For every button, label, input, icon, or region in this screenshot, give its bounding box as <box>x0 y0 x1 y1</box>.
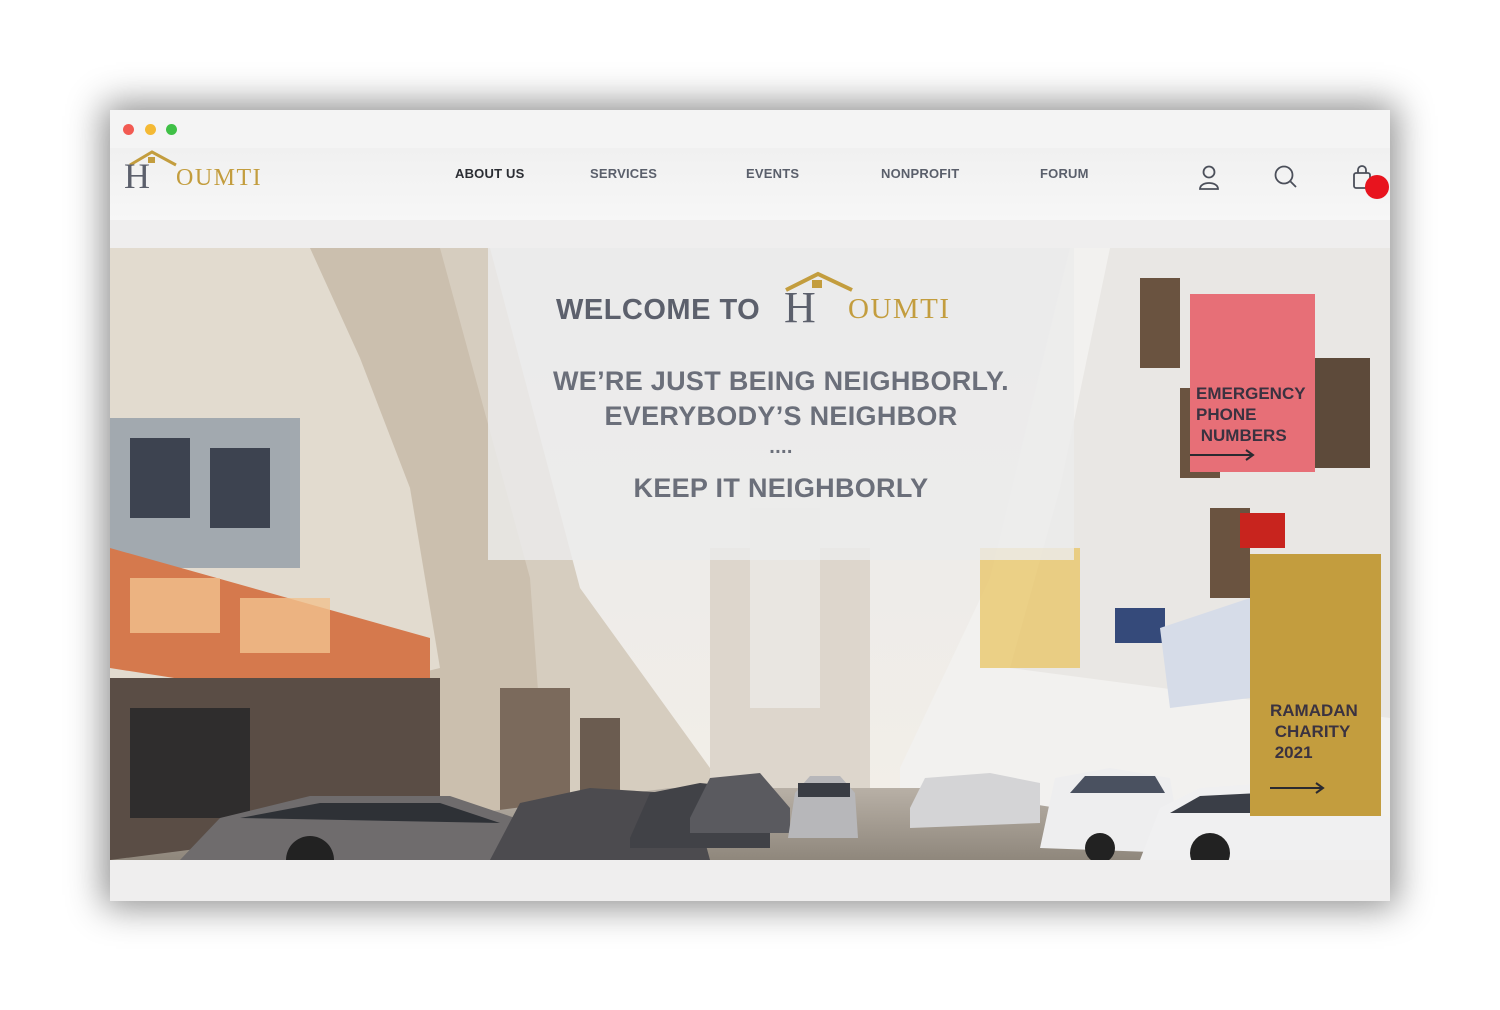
hero-banner: WELCOME TO H OUMTI WE’RE JUST BEING NEIG… <box>110 248 1390 860</box>
welcome-logo-initial: H <box>784 283 816 330</box>
welcome-title: WELCOME TO <box>556 294 761 326</box>
nav-events[interactable]: EVENTS <box>746 166 799 181</box>
arrow-right-icon <box>1270 782 1325 794</box>
nav-about-us[interactable]: ABOUT US <box>455 166 525 181</box>
tagline-line-2: EVERYBODY’S NEIGHBOR <box>604 401 958 431</box>
site-header: H OUMTI ABOUT US SERVICES EVENTS NONPROF… <box>110 148 1390 220</box>
emergency-card-title: EMERGENCY PHONE NUMBERS <box>1196 384 1306 445</box>
logo-wordmark: OUMTI <box>176 165 262 191</box>
ramadan-charity-card[interactable]: RAMADAN CHARITY 2021 <box>1250 554 1381 816</box>
nav-forum[interactable]: FORUM <box>1040 166 1089 181</box>
browser-window: H OUMTI ABOUT US SERVICES EVENTS NONPROF… <box>110 110 1390 901</box>
nav-nonprofit[interactable]: NONPROFIT <box>881 166 959 181</box>
page-footer-strip <box>110 860 1390 901</box>
ramadan-card-title: RAMADAN CHARITY 2021 <box>1270 701 1358 762</box>
tagline-line-1: WE’RE JUST BEING NEIGHBORLY. <box>553 366 1009 396</box>
user-icon[interactable] <box>1194 162 1224 192</box>
welcome-logo: H OUMTI <box>784 271 951 330</box>
welcome-logo-wordmark: OUMTI <box>848 293 951 325</box>
cart-badge <box>1365 175 1389 199</box>
emergency-numbers-card[interactable]: EMERGENCY PHONE NUMBERS <box>1190 294 1315 472</box>
minimize-window-button[interactable] <box>145 124 156 135</box>
tagline-dots: .... <box>769 436 793 458</box>
maximize-window-button[interactable] <box>166 124 177 135</box>
nav-services[interactable]: SERVICES <box>590 166 657 181</box>
site-logo[interactable]: H OUMTI <box>118 148 288 198</box>
window-titlebar <box>110 110 1390 148</box>
arrow-right-icon <box>1190 449 1255 461</box>
close-window-button[interactable] <box>123 124 134 135</box>
tagline-line-3: KEEP IT NEIGHBORLY <box>633 473 929 503</box>
search-icon[interactable] <box>1271 162 1301 192</box>
logo-initial: H <box>124 156 150 196</box>
